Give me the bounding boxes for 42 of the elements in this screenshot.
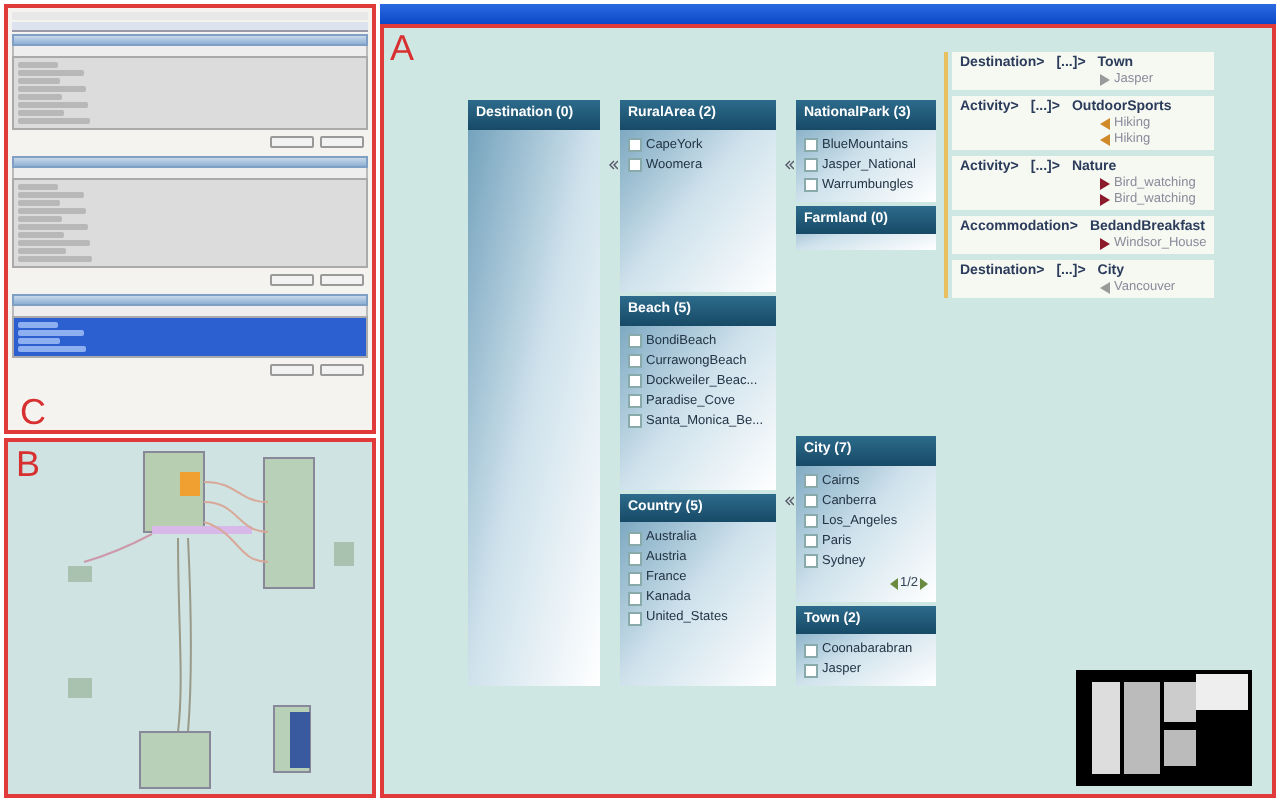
panel-label: B [16,446,41,482]
checkbox[interactable] [804,138,818,152]
checkbox[interactable] [628,551,642,566]
checkbox[interactable] [628,158,642,172]
deselect-button[interactable] [320,364,364,376]
select-all-button[interactable] [270,274,314,286]
checkbox[interactable] [628,374,642,389]
checkbox[interactable] [628,591,642,606]
select-all-button[interactable] [270,136,314,148]
checkbox[interactable] [804,554,818,569]
checkbox[interactable] [628,571,642,586]
deselect-button[interactable] [320,274,364,286]
checkbox[interactable] [804,514,818,529]
section-header[interactable] [12,156,368,168]
checkbox[interactable] [628,531,642,546]
link-arrow-icon [784,496,794,507]
previous-page-icon[interactable] [889,577,898,590]
checkbox[interactable] [628,394,642,409]
checkbox[interactable] [628,138,642,152]
link-arrow-icon [784,160,794,170]
checkbox[interactable] [804,178,818,192]
list-box[interactable] [12,316,368,358]
checkbox[interactable] [628,334,642,349]
deselect-button[interactable] [320,136,364,148]
section-header[interactable] [12,34,368,46]
checkbox[interactable] [628,611,642,626]
section-header[interactable] [12,294,368,306]
checkbox[interactable] [628,414,642,429]
checkbox[interactable] [804,663,818,677]
link-arrow-icon [608,160,618,170]
checkbox[interactable] [804,158,818,172]
list-box[interactable] [12,56,368,130]
checkbox[interactable] [804,534,818,549]
checkbox[interactable] [628,354,642,369]
checkbox[interactable] [804,474,818,489]
checkbox[interactable] [804,494,818,509]
select-all-button[interactable] [270,364,314,376]
list-box[interactable] [12,178,368,268]
next-page-icon[interactable] [920,577,928,590]
checkbox[interactable] [804,643,818,657]
panel-label: A [390,30,415,66]
panel-label: C [20,394,46,430]
